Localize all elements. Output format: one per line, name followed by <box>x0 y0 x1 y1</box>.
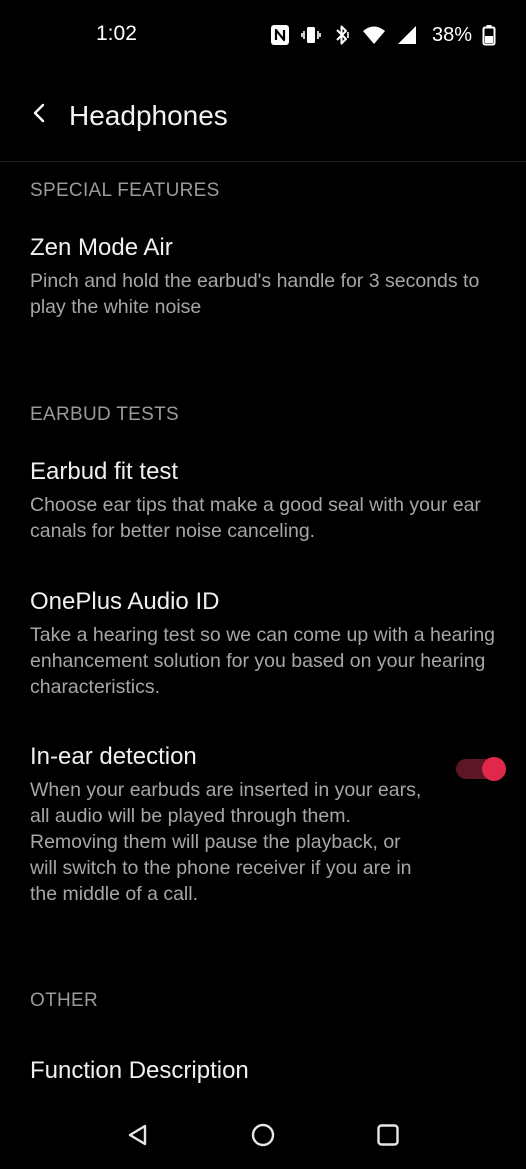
item-title: In-ear detection <box>30 743 197 770</box>
page-title: Headphones <box>69 100 228 131</box>
toggle-thumb <box>482 757 506 781</box>
nav-back-button[interactable] <box>118 1117 158 1157</box>
in-ear-detection-toggle[interactable] <box>456 756 508 782</box>
nfc-icon <box>270 24 290 46</box>
item-title: Function Description <box>30 1057 249 1084</box>
in-ear-detection-item[interactable]: In-ear detection When your earbuds are i… <box>30 742 430 907</box>
item-title: OnePlus Audio ID <box>30 588 220 615</box>
signal-icon <box>396 24 418 46</box>
home-circle-icon <box>250 1122 276 1153</box>
item-description: Pinch and hold the earbud's handle for 3… <box>30 270 480 318</box>
item-description: When your earbuds are inserted in your e… <box>30 779 422 905</box>
back-triangle-icon <box>125 1122 151 1153</box>
section-header-earbud-tests: EARBUD TESTS <box>30 404 179 425</box>
battery-percentage: 38% <box>431 23 472 46</box>
earbud-fit-test-item[interactable]: Earbud fit test Choose ear tips that mak… <box>30 457 506 544</box>
nav-home-button[interactable] <box>243 1117 283 1157</box>
item-description: Choose ear tips that make a good seal wi… <box>30 494 481 542</box>
item-title: Zen Mode Air <box>30 234 173 261</box>
item-description: Take a hearing test so we can come up wi… <box>30 624 496 698</box>
app-header: Headphones <box>0 88 526 144</box>
status-icons: 38% <box>270 22 496 48</box>
recents-square-icon <box>375 1122 401 1153</box>
vibrate-icon <box>300 24 322 46</box>
header-divider <box>0 161 526 162</box>
function-description-item[interactable]: Function Description <box>30 1056 506 1086</box>
item-title: Earbud fit test <box>30 458 179 485</box>
status-time: 1:02 <box>96 22 137 45</box>
back-arrow-icon <box>31 102 47 129</box>
back-button[interactable] <box>22 98 56 132</box>
section-header-special-features: SPECIAL FEATURES <box>30 180 220 201</box>
nav-recents-button[interactable] <box>368 1117 408 1157</box>
zen-mode-air-item[interactable]: Zen Mode Air Pinch and hold the earbud's… <box>30 233 506 320</box>
bluetooth-icon <box>332 24 352 46</box>
navigation-bar <box>0 1105 526 1169</box>
wifi-icon <box>362 24 386 46</box>
section-header-other: OTHER <box>30 990 98 1011</box>
status-bar: 1:02 38% <box>0 0 526 70</box>
battery-icon <box>482 24 496 46</box>
oneplus-audio-id-item[interactable]: OnePlus Audio ID Take a hearing test so … <box>30 587 506 700</box>
